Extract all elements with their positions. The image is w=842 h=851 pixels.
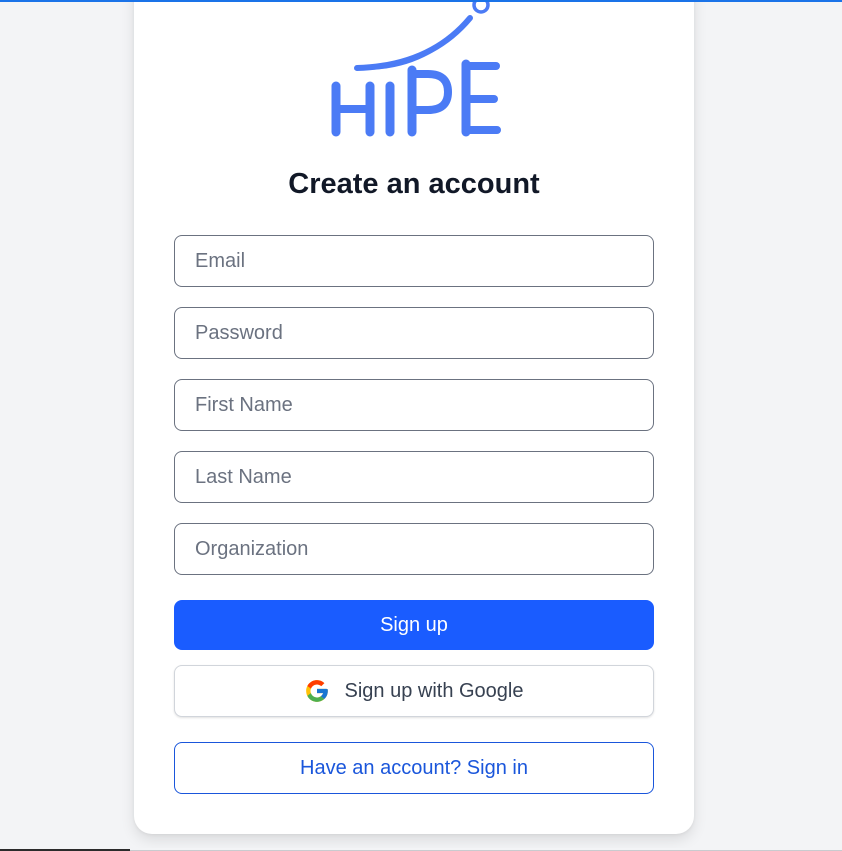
top-accent-bar [0,0,842,2]
last-name-field[interactable] [174,451,654,503]
google-g-icon [306,680,329,702]
email-field[interactable] [174,235,654,287]
first-name-field[interactable] [174,379,654,431]
google-sign-up-button[interactable]: Sign up with Google [174,665,654,717]
organization-field[interactable] [174,523,654,575]
page-title: Create an account [288,168,540,200]
sign-in-label: Have an account? Sign in [300,756,528,779]
google-sign-up-label: Sign up with Google [344,679,524,702]
sign-up-button[interactable]: Sign up [174,600,654,650]
hipe-logo [331,0,501,137]
sign-in-link-button[interactable]: Have an account? Sign in [174,742,654,794]
sign-up-label: Sign up [380,613,448,636]
password-field[interactable] [174,307,654,359]
